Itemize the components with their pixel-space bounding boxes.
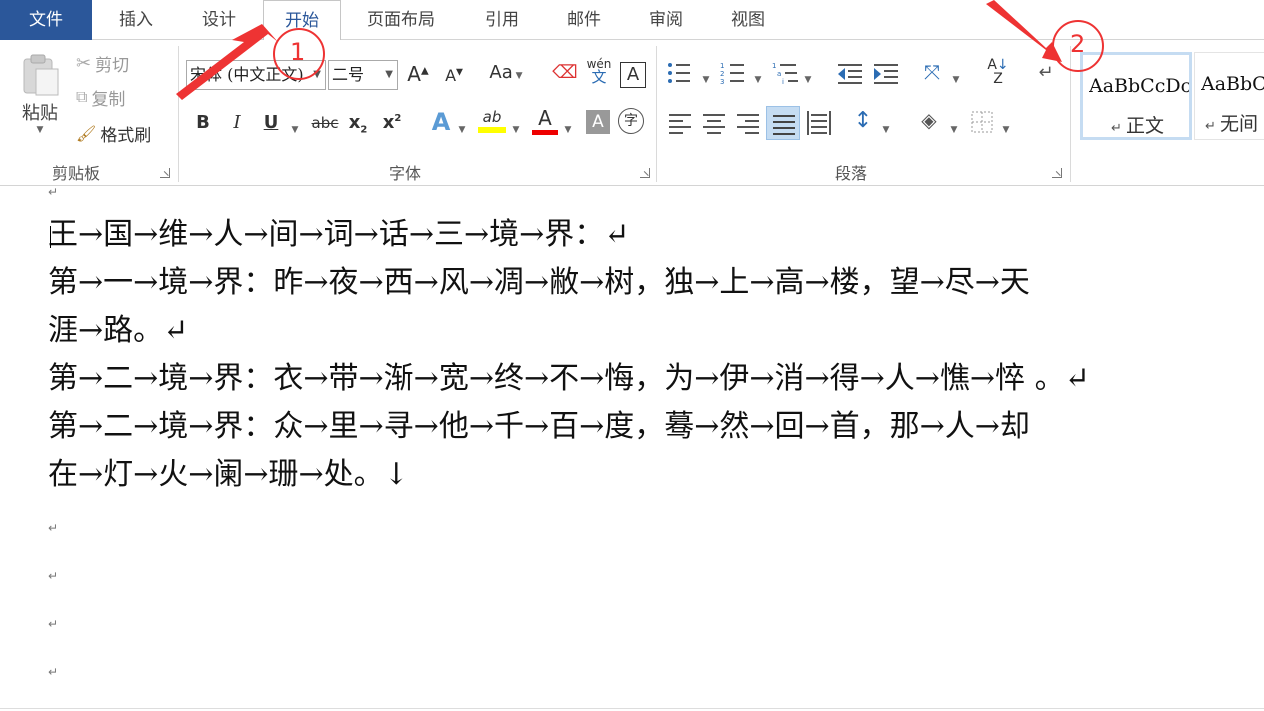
annotation-arrows: [176, 0, 1062, 100]
annotation-number-1: 1: [290, 38, 306, 66]
annotation-number-2: 2: [1070, 30, 1086, 58]
